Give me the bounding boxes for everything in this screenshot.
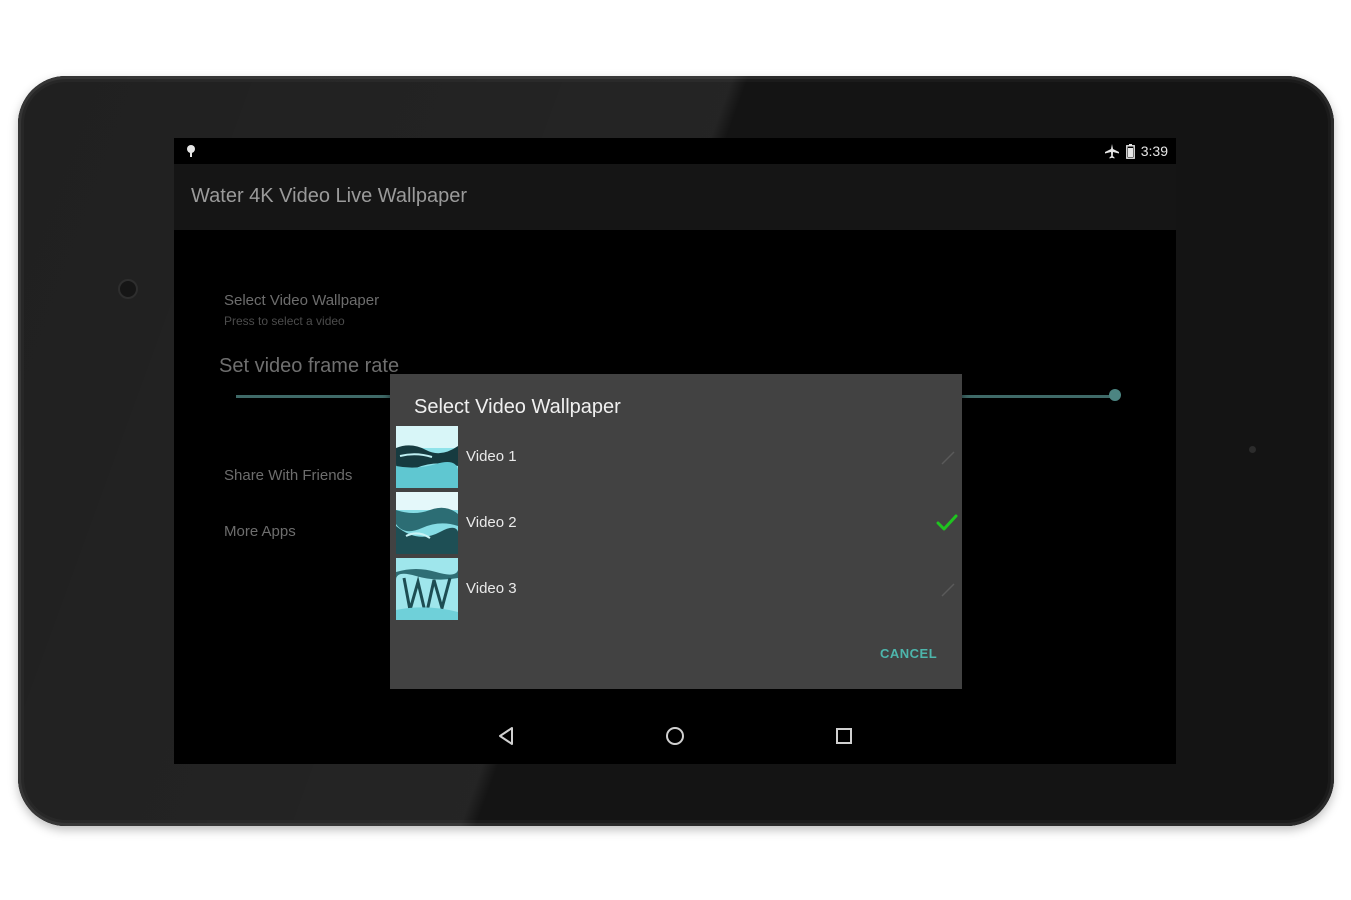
light-sensor bbox=[1249, 446, 1256, 453]
select-video-dialog: Select Video Wallpaper Video 1 Video 2 V… bbox=[390, 374, 962, 689]
unchecked-mark-icon bbox=[941, 583, 955, 597]
more-apps-pref[interactable]: More Apps bbox=[224, 523, 296, 540]
device-screen: 3:39 Water 4K Video Live Wallpaper Selec… bbox=[174, 138, 1176, 764]
dialog-title: Select Video Wallpaper bbox=[414, 396, 621, 418]
app-title: Water 4K Video Live Wallpaper bbox=[191, 185, 468, 207]
airplane-mode-icon bbox=[1104, 144, 1119, 159]
video-3-thumbnail bbox=[396, 558, 458, 620]
battery-icon bbox=[1125, 143, 1135, 159]
preferences-list: Select Video Wallpaper Press to select a… bbox=[174, 230, 1176, 764]
frame-rate-slider-thumb[interactable] bbox=[1109, 389, 1121, 401]
notification-pin-icon bbox=[187, 145, 195, 157]
dialog-item-video-1[interactable]: Video 1 bbox=[396, 426, 958, 488]
dialog-item-video-3[interactable]: Video 3 bbox=[396, 558, 958, 620]
status-right-group: 3:39 bbox=[1104, 142, 1168, 160]
status-bar: 3:39 bbox=[174, 138, 1176, 164]
video-2-thumbnail bbox=[396, 492, 458, 554]
unchecked-mark-icon bbox=[941, 451, 955, 465]
share-pref[interactable]: Share With Friends bbox=[224, 467, 352, 484]
cancel-button[interactable]: CANCEL bbox=[880, 646, 937, 661]
frame-rate-pref-title: Set video frame rate bbox=[219, 355, 400, 377]
back-button[interactable] bbox=[492, 722, 520, 750]
home-button[interactable] bbox=[661, 722, 689, 750]
checkmark-icon bbox=[936, 514, 958, 531]
home-circle-icon bbox=[666, 727, 684, 745]
video-3-label: Video 3 bbox=[466, 580, 517, 597]
recents-square-icon bbox=[836, 728, 852, 744]
back-triangle-icon bbox=[499, 727, 513, 745]
select-video-pref-summary: Press to select a video bbox=[224, 314, 345, 328]
video-1-thumbnail bbox=[396, 426, 458, 488]
dialog-item-video-2[interactable]: Video 2 bbox=[396, 492, 958, 554]
app-bar: Water 4K Video Live Wallpaper bbox=[174, 164, 1176, 230]
navigation-bar bbox=[174, 708, 1176, 764]
video-2-label: Video 2 bbox=[466, 514, 517, 531]
status-time: 3:39 bbox=[1140, 143, 1168, 159]
select-video-pref-title[interactable]: Select Video Wallpaper bbox=[224, 292, 379, 309]
recents-button[interactable] bbox=[830, 722, 858, 750]
video-1-label: Video 1 bbox=[466, 448, 517, 465]
front-camera bbox=[118, 279, 138, 299]
